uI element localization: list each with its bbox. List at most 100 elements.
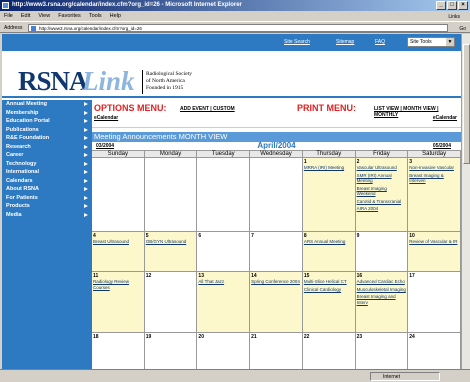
event-link[interactable]: Radiology Review Courses [93,279,143,290]
maximize-button[interactable]: □ [447,1,457,10]
site-tools-select[interactable]: Site Tools ▼ [407,37,455,47]
day-number: 23 [356,334,363,340]
day-number: 9 [356,233,360,239]
menu-tools[interactable]: Tools [89,11,102,21]
event-link[interactable]: Multi-Slice Helical CT [304,279,354,285]
event-link[interactable]: OB/GYN Ultrasound [146,239,196,245]
logo-rsna[interactable]: RSNA [18,68,89,95]
event-link[interactable]: All That Jazz [198,279,248,285]
event-link[interactable]: Breast Imaging & Interven [409,173,459,184]
day-number: 21 [251,334,257,340]
month-title: April/2004 [257,141,296,150]
calendar-day-cell: 7 [250,232,303,272]
logo-divider [142,70,143,94]
calendar-nav: April/2004 03/2004 05/2004 [92,141,461,150]
faq-link[interactable]: FAQ [375,39,385,45]
event-link[interactable]: Review of Vascular & IR [409,239,459,245]
arrow-right-icon [84,161,88,166]
menu-file[interactable]: File [4,11,13,21]
sidebar-item-label: Publications [6,126,39,133]
top-nav: Site Search Sitemap FAQ Site Tools ▼ [2,34,461,51]
sidebar-item[interactable]: Research [2,143,92,152]
event-link[interactable]: Non-Invasive Vascular [409,165,459,171]
arrow-right-icon [84,212,88,217]
sidebar-item-label: Calendars [6,177,33,184]
sidebar-item[interactable]: Calendars [2,177,92,186]
sidebar-item-label: Media [6,211,22,218]
arrow-right-icon [84,119,88,123]
sidebar-item[interactable]: R&E Foundation [2,134,92,143]
sidebar-item[interactable]: Media [2,211,92,220]
ecalendar-link[interactable]: eCalendar [94,115,118,121]
sidebar-item[interactable]: Membership [2,109,92,118]
sidebar-item[interactable]: For Patients [2,194,92,203]
sidebar-item-label: International [6,169,40,175]
calendar-day-cell: 3 Non-Invasive Vascular Breast Imaging & I… [408,158,461,232]
next-month-link[interactable]: 05/2004 [433,143,451,149]
options-menu-title: OPTIONS MENU: [94,103,167,113]
event-link[interactable]: Carotid & Transcranial [357,199,407,205]
options-links[interactable]: ADD EVENT | CUSTOM [180,106,235,112]
event-link[interactable]: Vascular Ultrasound [357,165,407,171]
menu-favorites[interactable]: Favorites [58,11,81,21]
org-name: Radiological Society of North America Fo… [146,71,206,92]
sidebar-item[interactable]: Education Portal [2,117,92,126]
calendar-day-cell: 20 [197,333,251,369]
menu-edit[interactable]: Edit [21,11,30,21]
window-title: http://www3.rsna.org/calendar/index.cfm?… [12,2,242,8]
arrow-right-icon [84,144,88,149]
event-link[interactable]: Advanced Cardiac Echo [357,279,407,285]
address-value: http://www3.rsna.org/calendar/index.cfm?… [39,26,142,31]
sidebar-item-label: Annual Meeting [6,101,47,107]
event-link[interactable]: Breast Imaging Weekend [357,186,407,197]
arrow-right-icon [84,136,88,140]
arrow-right-icon [84,110,88,115]
event-link[interactable]: Musculoskeletal Imaging [357,287,407,293]
menubar: File Edit View Favorites Tools Help Link… [0,11,470,21]
site-search-link[interactable]: Site Search [284,39,310,45]
address-bar: Address http://www3.rsna.org/calendar/in… [0,21,470,33]
weekday-label: Thursday [303,151,356,158]
day-number: 12 [145,273,152,279]
calendar-day-cell: 21 [250,333,303,369]
event-link[interactable]: Clinical Cardiology [304,287,354,293]
sidebar-item[interactable]: Publications [2,126,92,135]
page-icon [31,26,36,31]
vertical-scrollbar[interactable] [461,34,470,369]
address-input[interactable]: http://www3.rsna.org/calendar/index.cfm?… [28,24,448,32]
site-tools-label: Site Tools [410,39,432,45]
event-link[interactable]: Breast Imaging and Interv [357,294,407,305]
sidebar-item[interactable]: Annual Meeting [2,100,92,109]
calendar-day-cell: 16 Advanced Cardiac Echo Musculoskeletal I… [355,272,409,333]
print-ecalendar-link[interactable]: eCalendar [433,115,457,121]
sidebar-item-label: For Patients [6,194,38,201]
event-link[interactable]: ARS Annual Meeting [304,239,354,245]
weekday-label: Monday [145,151,198,158]
sidebar-item[interactable]: International [2,168,92,177]
sitemap-link[interactable]: Sitemap [336,39,354,45]
sidebar-item[interactable]: Career [2,151,92,160]
logo-link[interactable]: Link [82,68,135,95]
event-link[interactable]: AIRA 2004 [357,206,407,212]
address-label: Address [4,25,23,31]
calendar-day-cell: 6 [197,232,251,272]
event-link[interactable]: Breast Ultrasound [93,239,143,245]
arrow-right-icon [84,102,88,106]
menu-view[interactable]: View [38,11,50,21]
event-link[interactable]: Spring Conference 2004 [251,279,301,285]
close-button[interactable]: × [458,1,468,10]
minimize-button[interactable]: _ [436,1,446,10]
sidebar-item[interactable]: Products [2,202,92,211]
sidebar-item[interactable]: About RSNA [2,185,92,194]
event-link[interactable]: MRRA (IRI) Meeting [304,165,354,171]
day-number: 20 [198,334,204,340]
calendar-day-cell: 14 Spring Conference 2004 [250,272,303,333]
event-link[interactable]: SMR (IRI) Annual Meeting [357,173,407,184]
prev-month-link[interactable]: 03/2004 [96,143,114,149]
weekday-label: Wednesday [250,151,303,158]
ie-icon [2,2,9,9]
sidebar-item[interactable]: Technology [2,160,92,169]
scroll-thumb[interactable] [463,44,470,164]
menu-help[interactable]: Help [110,11,121,21]
calendar-day-cell: 8 ARS Annual Meeting [302,232,356,272]
